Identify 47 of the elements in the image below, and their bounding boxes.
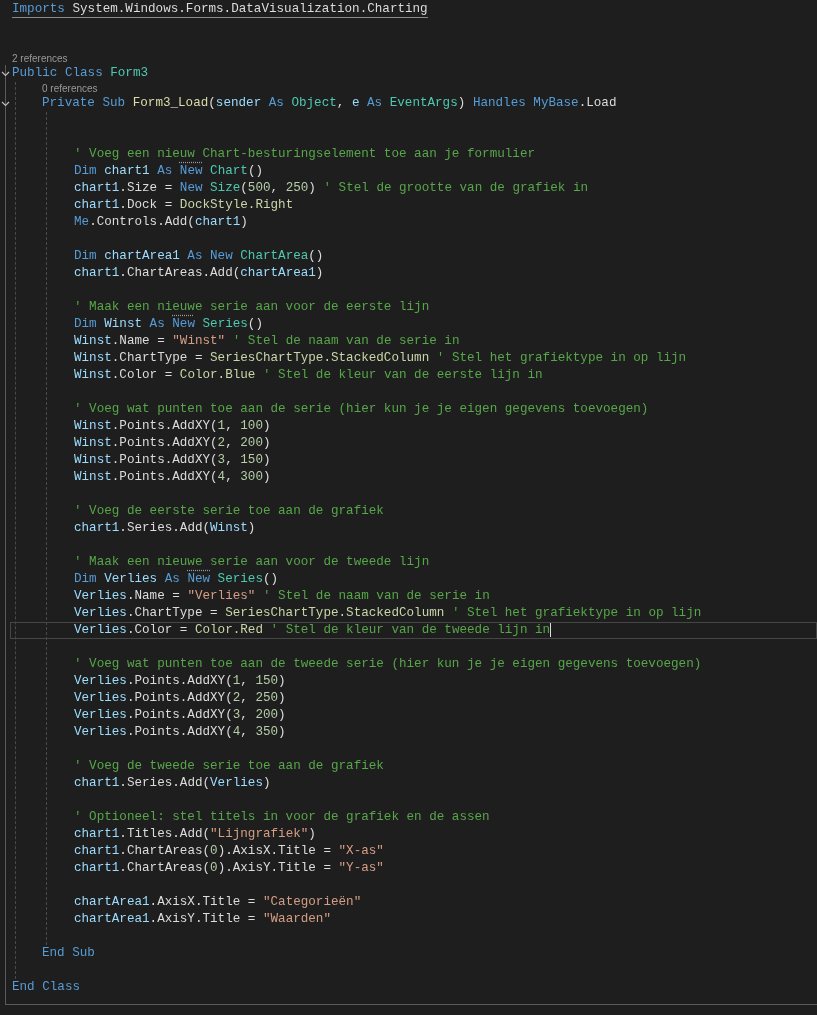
code-line: Me.Controls.Add(chart1): [74, 214, 248, 231]
code-line: chart1.Titles.Add("Lijngrafiek"): [74, 826, 316, 843]
references-link[interactable]: 0 references: [42, 83, 98, 94]
chevron-down-icon[interactable]: [1, 99, 10, 108]
references-link[interactable]: 2 references: [12, 53, 68, 64]
code-line: chart1.ChartAreas.Add(chartArea1): [74, 265, 324, 282]
code-line: ' Maak een nieuwe serie aan voor de tweede lijn: [74, 554, 430, 571]
code-line: chart1.Series.Add(Winst): [74, 520, 256, 537]
code-line: Dim chart1 As New Chart(): [74, 163, 263, 180]
code-line: End Class: [12, 979, 81, 996]
code-line: ' Voeg wat punten toe aan de tweede serie (hier kun je je eigen gegevens toevoegen): [74, 656, 702, 673]
code-line: Verlies.ChartType = SeriesChartType.StackedColumn ' Stel het grafiektype in op lijn: [74, 605, 702, 622]
code-line: ' Voeg de eerste serie toe aan de grafiek: [74, 503, 384, 520]
code-line: Winst.Name = "Winst" ' Stel de naam van de serie in: [74, 333, 460, 350]
code-line: Dim Verlies As New Series(): [74, 571, 279, 588]
code-line: Winst.ChartType = SeriesChartType.StackedColumn ' Stel het grafiektype in op lijn: [74, 350, 687, 367]
code-line: Winst.Points.AddXY(1, 100): [74, 418, 271, 435]
code-line: chart1.Series.Add(Verlies): [74, 775, 271, 792]
code-line: Public Class Form3: [12, 65, 149, 82]
code-line: Winst.Color = Color.Blue ' Stel de kleur van de eerste lijn in: [74, 367, 543, 384]
code-line: Verlies.Points.AddXY(2, 250): [74, 690, 286, 707]
code-line: Verlies.Points.AddXY(1, 150): [74, 673, 286, 690]
chevron-down-icon[interactable]: [1, 69, 10, 78]
code-line: chart1.ChartAreas(0).AxisX.Title = "X-as": [74, 843, 384, 860]
code-line: Verlies.Name = "Verlies" ' Stel de naam van de serie in: [74, 588, 490, 605]
code-line: End Sub: [42, 945, 95, 962]
code-line: Dim chartArea1 As New ChartArea(): [74, 248, 324, 265]
text-cursor: [550, 622, 552, 637]
code-line: Imports System.Windows.Forms.DataVisualization.Charting: [12, 2, 428, 18]
code-line: chartArea1.AxisY.Title = "Waarden": [74, 911, 331, 928]
code-line: chart1.Size = New Size(500, 250) ' Stel de grootte van de grafiek in: [74, 180, 588, 197]
code-line: Private Sub Form3_Load(sender As Object, e As EventArgs) Handles MyBase.Load: [42, 95, 617, 112]
code-line: Verlies.Points.AddXY(3, 200): [74, 707, 286, 724]
code-line: chartArea1.AxisX.Title = "Categorieën": [74, 894, 362, 911]
code-line: Verlies.Points.AddXY(4, 350): [74, 724, 286, 741]
code-line: Winst.Points.AddXY(4, 300): [74, 469, 271, 486]
code-line: chart1.Dock = DockStyle.Right: [74, 197, 294, 214]
code-line: Winst.Points.AddXY(2, 200): [74, 435, 271, 452]
code-line: chart1.ChartAreas(0).AxisY.Title = "Y-as": [74, 860, 384, 877]
code-line: ' Voeg de tweede serie toe aan de grafiek: [74, 758, 384, 775]
code-line: Winst.Points.AddXY(3, 150): [74, 452, 271, 469]
code-line: Dim Winst As New Series(): [74, 316, 263, 333]
code-line: Verlies.Color = Color.Red ' Stel de kleur van de tweede lijn in: [74, 622, 551, 639]
code-line: ' Optioneel: stel titels in voor de grafiek en de assen: [74, 809, 490, 826]
code-line: ' Voeg een nieuw Chart-besturingselement toe aan je formulier: [74, 146, 535, 163]
code-line: ' Maak een nieuwe serie aan voor de eerste lijn: [74, 299, 430, 316]
code-line: ' Voeg wat punten toe aan de serie (hier kun je je eigen gegevens toevoegen): [74, 401, 649, 418]
